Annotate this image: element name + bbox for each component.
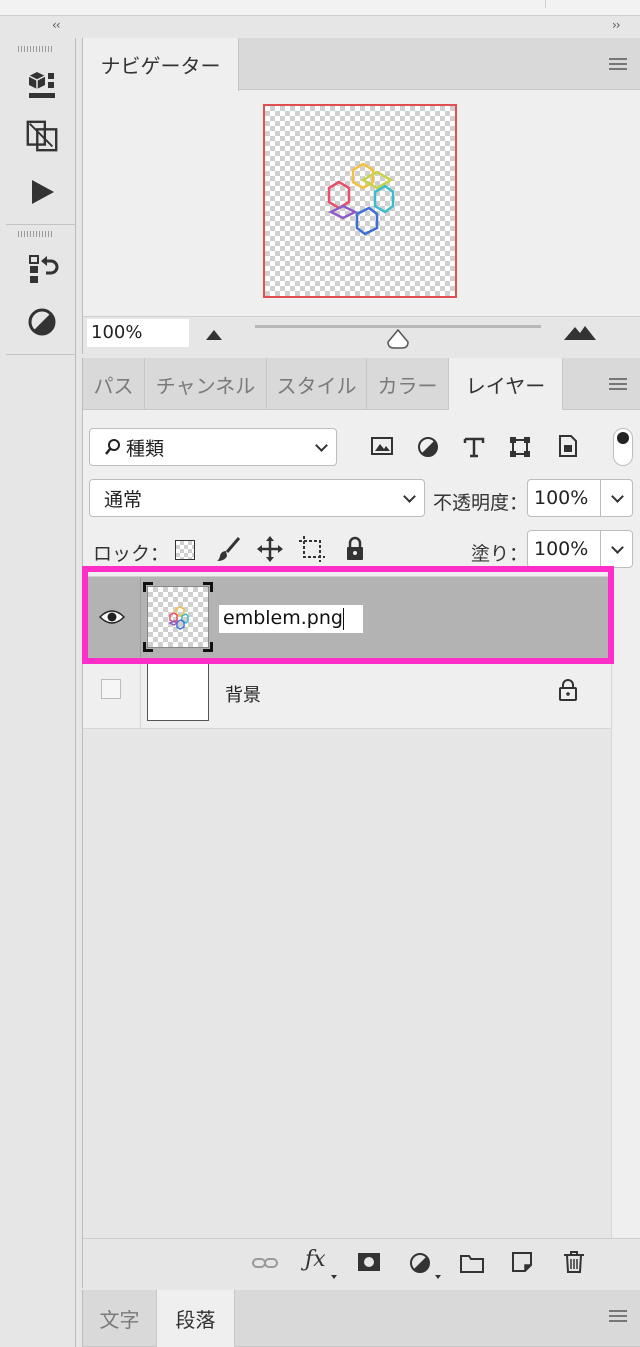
lock-icon <box>559 679 577 701</box>
left-divider <box>6 224 76 225</box>
fx-icon[interactable]: ƒx <box>305 1247 326 1272</box>
history-icon[interactable] <box>24 252 60 288</box>
zoom-slider-track[interactable] <box>255 325 541 328</box>
link-layers-icon[interactable] <box>251 1255 279 1271</box>
tab-paragraph[interactable]: 段落 <box>157 1290 235 1347</box>
blend-mode-dropdown[interactable]: 通常 <box>89 479 425 517</box>
adjustments-icon[interactable] <box>24 304 60 340</box>
bottom-panel-menu-icon[interactable] <box>609 1310 627 1322</box>
lock-all-icon[interactable] <box>345 536 365 562</box>
zoom-out-icon[interactable] <box>205 329 223 341</box>
chevron-down-icon <box>611 541 624 554</box>
layers-tab-bar: パス チャンネル スタイル カラー レイヤー <box>83 358 640 411</box>
visibility-cell[interactable] <box>83 659 141 729</box>
lock-label: ロック： <box>93 543 170 565</box>
new-layer-icon[interactable] <box>511 1251 533 1273</box>
navigator-footer: 100% <box>83 316 640 354</box>
grip-handle-2[interactable] <box>18 231 52 237</box>
fill-stepper[interactable] <box>600 531 632 567</box>
left-divider-2 <box>6 354 76 355</box>
filter-toggle[interactable] <box>613 428 633 466</box>
tab-styles[interactable]: スタイル <box>267 358 367 410</box>
new-adjustment-icon[interactable] <box>409 1252 431 1274</box>
navigator-panel: ナビゲーター 100% <box>82 38 640 354</box>
layers-panel: パス チャンネル スタイル カラー レイヤー 種類 通常 不透明度： 100% … <box>82 358 640 1288</box>
tab-layers[interactable]: レイヤー <box>449 358 563 411</box>
search-icon <box>105 439 120 455</box>
fill-value: 100% <box>534 538 589 560</box>
zoom-in-icon[interactable] <box>563 323 597 341</box>
filter-label: 種類 <box>126 437 165 460</box>
fill-field[interactable]: 100% <box>527 530 633 568</box>
shape-layer-filter-icon[interactable] <box>509 436 531 458</box>
transform-icon[interactable] <box>24 118 60 154</box>
grip-handle[interactable] <box>18 46 52 52</box>
layer-list-scrollbar[interactable] <box>611 576 640 1238</box>
lock-transparency-icon[interactable] <box>175 540 195 560</box>
play-icon[interactable] <box>24 174 60 210</box>
zoom-field[interactable]: 100% <box>87 319 189 347</box>
trash-icon[interactable] <box>563 1250 585 1274</box>
navigator-menu-icon[interactable] <box>609 58 627 70</box>
bottom-tab-bar: 文字 段落 <box>83 1290 640 1347</box>
tab-channels[interactable]: チャンネル <box>145 358 267 410</box>
navigator-preview[interactable] <box>263 104 457 298</box>
layers-menu-icon[interactable] <box>609 378 627 390</box>
layer-name-text: 背景 <box>225 685 261 706</box>
adjustment-layer-filter-icon[interactable] <box>417 436 439 458</box>
opacity-field[interactable]: 100% <box>527 479 633 517</box>
tab-color[interactable]: カラー <box>367 358 449 410</box>
strip-divider <box>545 0 546 8</box>
adjustment-dropdown-icon <box>435 1275 441 1279</box>
lock-paint-brush-icon[interactable] <box>217 536 241 562</box>
layer-row-background[interactable]: 背景 <box>83 659 611 729</box>
collapse-right-icon[interactable]: ›› <box>612 18 621 32</box>
fill-label: 塗り： <box>471 543 529 565</box>
type-layer-filter-icon[interactable] <box>463 436 485 458</box>
lock-move-icon[interactable] <box>257 536 283 562</box>
3d-object-icon[interactable] <box>24 66 60 102</box>
new-group-folder-icon[interactable] <box>459 1252 485 1274</box>
opacity-stepper[interactable] <box>600 480 632 516</box>
tab-character[interactable]: 文字 <box>83 1290 157 1347</box>
opacity-value: 100% <box>534 487 589 509</box>
character-paragraph-panel: 文字 段落 <box>82 1290 640 1347</box>
opacity-label: 不透明度： <box>433 492 529 514</box>
zoom-slider-thumb[interactable] <box>386 329 410 349</box>
navigator-tab-bar: ナビゲーター <box>83 38 640 91</box>
emblem-preview-image <box>327 162 395 236</box>
lock-artboard-icon[interactable] <box>299 536 325 562</box>
highlight-annotation <box>82 566 614 664</box>
chevron-down-icon <box>611 490 624 503</box>
chevron-down-icon <box>403 490 416 503</box>
smart-object-filter-icon[interactable] <box>557 434 579 458</box>
layers-footer: ƒx <box>83 1238 640 1288</box>
tab-paths[interactable]: パス <box>83 358 145 410</box>
tab-navigator[interactable]: ナビゲーター <box>83 38 239 91</box>
top-strip <box>0 0 640 16</box>
blend-mode-value: 通常 <box>104 488 143 511</box>
filter-dropdown[interactable]: 種類 <box>89 428 337 466</box>
pixel-layer-filter-icon[interactable] <box>371 436 393 456</box>
visibility-checkbox[interactable] <box>101 679 121 699</box>
chevron-down-icon <box>315 439 328 452</box>
toggle-knob <box>617 432 629 444</box>
fx-dropdown-icon <box>331 1275 337 1279</box>
add-mask-icon[interactable] <box>357 1252 381 1272</box>
background-thumbnail[interactable] <box>147 663 209 721</box>
collapse-left-icon[interactable]: ‹‹ <box>52 18 61 32</box>
